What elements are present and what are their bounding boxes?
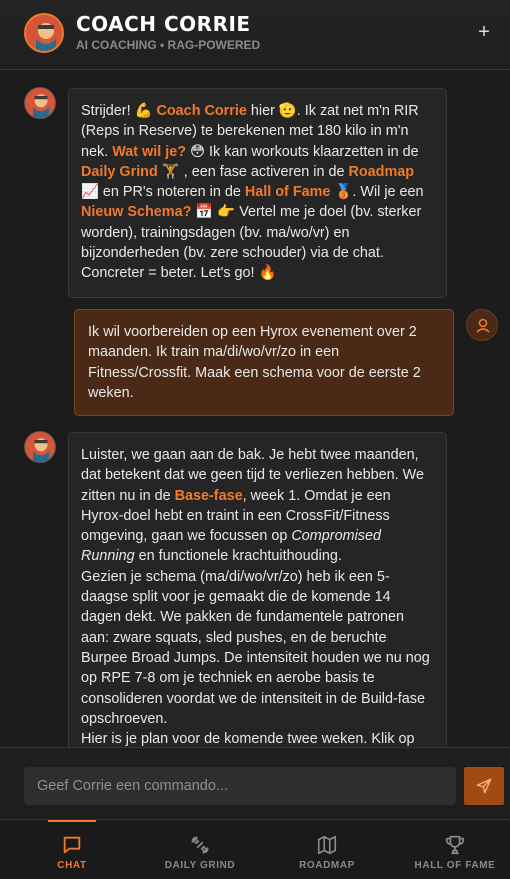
coach-message-avatar — [24, 87, 56, 119]
highlight-term: Nieuw Schema? — [81, 204, 192, 221]
trophy-icon — [445, 835, 465, 855]
send-icon — [476, 778, 492, 794]
nav-label: HALL OF FAME — [414, 860, 496, 871]
message-text: Strijder! 💪 — [81, 103, 157, 119]
message-text: 🏋️ , een fase activeren in de — [157, 163, 349, 180]
message-text: 😳 Ik kan workouts klaarzetten in de — [186, 143, 419, 160]
user-avatar — [466, 309, 498, 341]
message-text: 📈 en PR's noteren in de — [81, 184, 245, 201]
coach-message: Strijder! 💪 Coach Corrie hier 🫡. Ik zat … — [68, 88, 447, 298]
command-input[interactable] — [24, 767, 456, 805]
message-text: Hier is je plan voor de komende twee wek… — [81, 731, 415, 747]
nav-label: CHAT — [57, 860, 87, 871]
plus-icon[interactable]: + — [474, 22, 494, 42]
app-subtitle: AI COACHING • RAG-POWERED — [76, 38, 261, 52]
message-text: 🥉. Wil je een — [330, 184, 424, 201]
bottom-nav: CHAT DAILY GRIND ROADMAP HALL OF FAME — [0, 819, 510, 879]
nav-roadmap[interactable]: ROADMAP — [292, 820, 362, 879]
nav-chat[interactable]: CHAT — [48, 820, 96, 879]
composer — [0, 747, 510, 819]
message-text: Ik wil voorbereiden op een Hyrox eveneme… — [88, 324, 421, 401]
nav-label: ROADMAP — [299, 860, 355, 871]
highlight-term: Coach Corrie — [156, 103, 247, 119]
send-button[interactable] — [464, 767, 504, 805]
chat-thread: Strijder! 💪 Coach Corrie hier 🫡. Ik zat … — [0, 71, 510, 747]
nav-daily-grind[interactable]: DAILY GRIND — [158, 820, 242, 879]
highlight-term: Daily Grind — [81, 163, 158, 180]
nav-label: DAILY GRIND — [164, 860, 236, 871]
coach-message-avatar — [24, 431, 56, 463]
coach-avatar — [24, 13, 64, 53]
message-text: Gezien je schema (ma/di/wo/vr/zo) heb ik… — [81, 568, 430, 727]
dumbbell-icon — [191, 836, 209, 854]
message-text: en functionele krachtuithouding. — [134, 548, 342, 565]
app-header: COACH CORRIE AI COACHING • RAG-POWERED + — [0, 0, 510, 70]
user-icon — [476, 318, 490, 333]
map-icon — [317, 835, 337, 855]
highlight-term: Wat wil je? — [112, 143, 187, 160]
highlight-term: Hall of Fame — [244, 184, 331, 201]
chat-icon — [63, 836, 81, 854]
highlight-term: Roadmap — [348, 163, 415, 180]
nav-hall-of-fame[interactable]: HALL OF FAME — [408, 820, 502, 879]
app-title: COACH CORRIE — [76, 12, 251, 36]
coach-message: Luister, we gaan aan de bak. Je hebt twe… — [68, 432, 447, 747]
highlight-term: Base-fase — [174, 487, 243, 504]
user-message: Ik wil voorbereiden op een Hyrox eveneme… — [74, 309, 454, 417]
